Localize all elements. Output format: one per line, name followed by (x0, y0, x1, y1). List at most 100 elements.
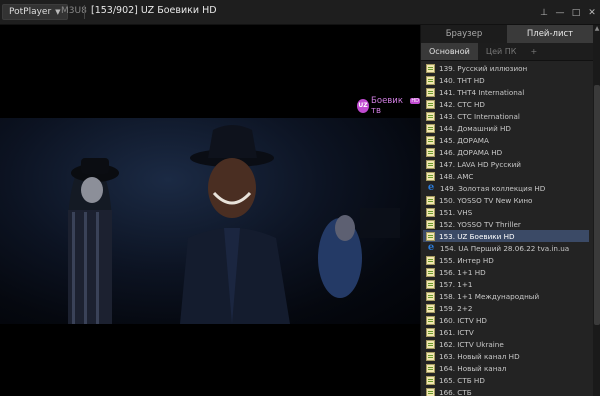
chevron-down-icon: ▼ (55, 8, 61, 16)
format-label: M3U8 (61, 6, 87, 16)
title-divider (84, 5, 85, 19)
playlist-file-icon (426, 219, 435, 229)
playlist-item[interactable]: 166. СТБ (423, 386, 589, 396)
playlist-item[interactable]: 144. Домашний HD (423, 122, 589, 134)
playlist-item[interactable]: 165. СТБ HD (423, 374, 589, 386)
playlist-item[interactable]: 156. 1+1 HD (423, 266, 589, 278)
playlist-item-label: 147. LAVA HD Русский (439, 159, 521, 169)
video-frame[interactable] (0, 118, 420, 324)
pin-icon[interactable]: ⊥ (536, 8, 552, 18)
playlist-item-label: 145. ДОРАМА (439, 135, 489, 145)
playlist-scrollbar[interactable]: ▲ (593, 25, 600, 396)
playlist-item[interactable]: 157. 1+1 (423, 278, 589, 290)
playlist-file-icon (426, 123, 435, 133)
playlist-file-icon (426, 63, 435, 73)
playlist-item-label: 157. 1+1 (439, 279, 473, 289)
playlist-item[interactable]: 151. VHS (423, 206, 589, 218)
video-area[interactable]: UZ Боевик тв HD (0, 25, 420, 396)
playlist-item-label: 154. UA Перший 28.06.22 tva.in.ua (440, 243, 570, 253)
title-bar: PotPlayer ▼ M3U8 [153/902] UZ Боевики HD … (0, 0, 600, 25)
subtab-this-pc[interactable]: Цей ПК (478, 43, 525, 60)
window-title: [153/902] UZ Боевики HD (91, 5, 217, 16)
playlist-item[interactable]: 161. ICTV (423, 326, 589, 338)
playlist-item[interactable]: 142. СТС HD (423, 98, 589, 110)
playlist-item-label: 151. VHS (439, 207, 473, 217)
playlist-file-icon (426, 75, 435, 85)
playlist-item[interactable]: 152. YOSSO TV Thriller (423, 218, 589, 230)
subtab-main[interactable]: Основной (421, 43, 478, 60)
playlist-item-label: 153. UZ Боевики HD (439, 231, 515, 241)
tab-browser[interactable]: Браузер (421, 25, 507, 43)
playlist-file-icon (426, 339, 435, 349)
panel-tabs: Браузер Плей-лист (421, 25, 593, 43)
playlist-item[interactable]: 145. ДОРАМА (423, 134, 589, 146)
app-menu-button[interactable]: PotPlayer ▼ (2, 4, 68, 20)
playlist-item[interactable]: 146. ДОРАМА HD (423, 146, 589, 158)
playlist-file-icon (426, 279, 435, 289)
channel-logo: UZ Боевик тв HD (357, 96, 420, 116)
playlist-file-icon (426, 195, 435, 205)
playlist-item-label: 149. Золотая коллекция HD (440, 183, 546, 193)
app-name: PotPlayer (9, 7, 52, 17)
playlist-file-icon (426, 231, 435, 241)
playlist-item-label: 139. Русский иллюзион (439, 63, 528, 73)
playlist-file-icon (426, 159, 435, 169)
playlist-item[interactable]: 150. YOSSO TV New Кино (423, 194, 589, 206)
playlist-item[interactable]: 163. Новый канал HD (423, 350, 589, 362)
video-scene-image (68, 125, 400, 324)
playlist-item-label: 163. Новый канал HD (439, 351, 520, 361)
logo-mark-icon: UZ (357, 99, 370, 113)
playlist-item-label: 144. Домашний HD (439, 123, 511, 133)
playlist-file-icon (426, 387, 435, 396)
playlist-file-icon (426, 135, 435, 145)
playlist-item-label: 160. ICTV HD (439, 315, 487, 325)
scroll-up-icon[interactable]: ▲ (593, 25, 600, 35)
playlist-item-label: 166. СТБ (439, 387, 472, 396)
playlist-file-icon (426, 315, 435, 325)
scrollbar-thumb[interactable] (594, 85, 600, 325)
minimize-icon[interactable]: — (552, 8, 568, 18)
add-tab-button[interactable]: + (524, 43, 543, 60)
playlist-item-label: 148. AMC (439, 171, 474, 181)
logo-mini-badge: HD (410, 98, 420, 104)
playlist-item-label: 146. ДОРАМА HD (439, 147, 503, 157)
playlist-item[interactable]: 164. Новый канал (423, 362, 589, 374)
playlist-file-icon (426, 171, 435, 181)
playlist-item[interactable]: 158. 1+1 Международный (423, 290, 589, 302)
playlist-item-label: 161. ICTV (439, 327, 474, 337)
playlist-file-icon (426, 327, 435, 337)
playlist-item[interactable]: 159. 2+2 (423, 302, 589, 314)
playlist-file-icon (426, 147, 435, 157)
playlist-item[interactable]: 140. ТНТ HD (423, 74, 589, 86)
playlist-item[interactable]: 147. LAVA HD Русский (423, 158, 589, 170)
playlist-item-label: 159. 2+2 (439, 303, 473, 313)
playlist-subtabs: Основной Цей ПК + (421, 43, 593, 61)
playlist-item[interactable]: 155. Интер HD (423, 254, 589, 266)
browser-e-icon: e (427, 242, 435, 253)
playlist-item[interactable]: 143. СТС International (423, 110, 589, 122)
playlist-item-label: 155. Интер HD (439, 255, 494, 265)
playlist-item[interactable]: e 154. UA Перший 28.06.22 tva.in.ua (423, 242, 589, 254)
playlist-file-icon (426, 375, 435, 385)
playlist-item[interactable]: e 149. Золотая коллекция HD (423, 182, 589, 194)
playlist-file-icon (426, 99, 435, 109)
playlist-item[interactable]: 139. Русский иллюзион (423, 62, 589, 74)
playlist-item-label: 152. YOSSO TV Thriller (439, 219, 521, 229)
playlist-item[interactable]: 162. ICTV Ukraine (423, 338, 589, 350)
close-icon[interactable]: ✕ (584, 8, 600, 18)
playlist-item-label: 164. Новый канал (439, 363, 507, 373)
maximize-icon[interactable]: □ (568, 8, 584, 18)
playlist-item-label: 156. 1+1 HD (439, 267, 486, 277)
playlist-item-label: 141. ТНТ4 International (439, 87, 525, 97)
playlist-file-icon (426, 267, 435, 277)
playlist-file-icon (426, 291, 435, 301)
playlist-file-icon (426, 363, 435, 373)
playlist-item[interactable]: 141. ТНТ4 International (423, 86, 589, 98)
playlist-file-icon (426, 111, 435, 121)
playlist-item[interactable]: 153. UZ Боевики HD (423, 230, 589, 242)
playlist-file-icon (426, 87, 435, 97)
playlist-item[interactable]: 160. ICTV HD (423, 314, 589, 326)
playlist-item[interactable]: 148. AMC (423, 170, 589, 182)
tab-playlist[interactable]: Плей-лист (507, 25, 593, 43)
playlist-file-icon (426, 255, 435, 265)
